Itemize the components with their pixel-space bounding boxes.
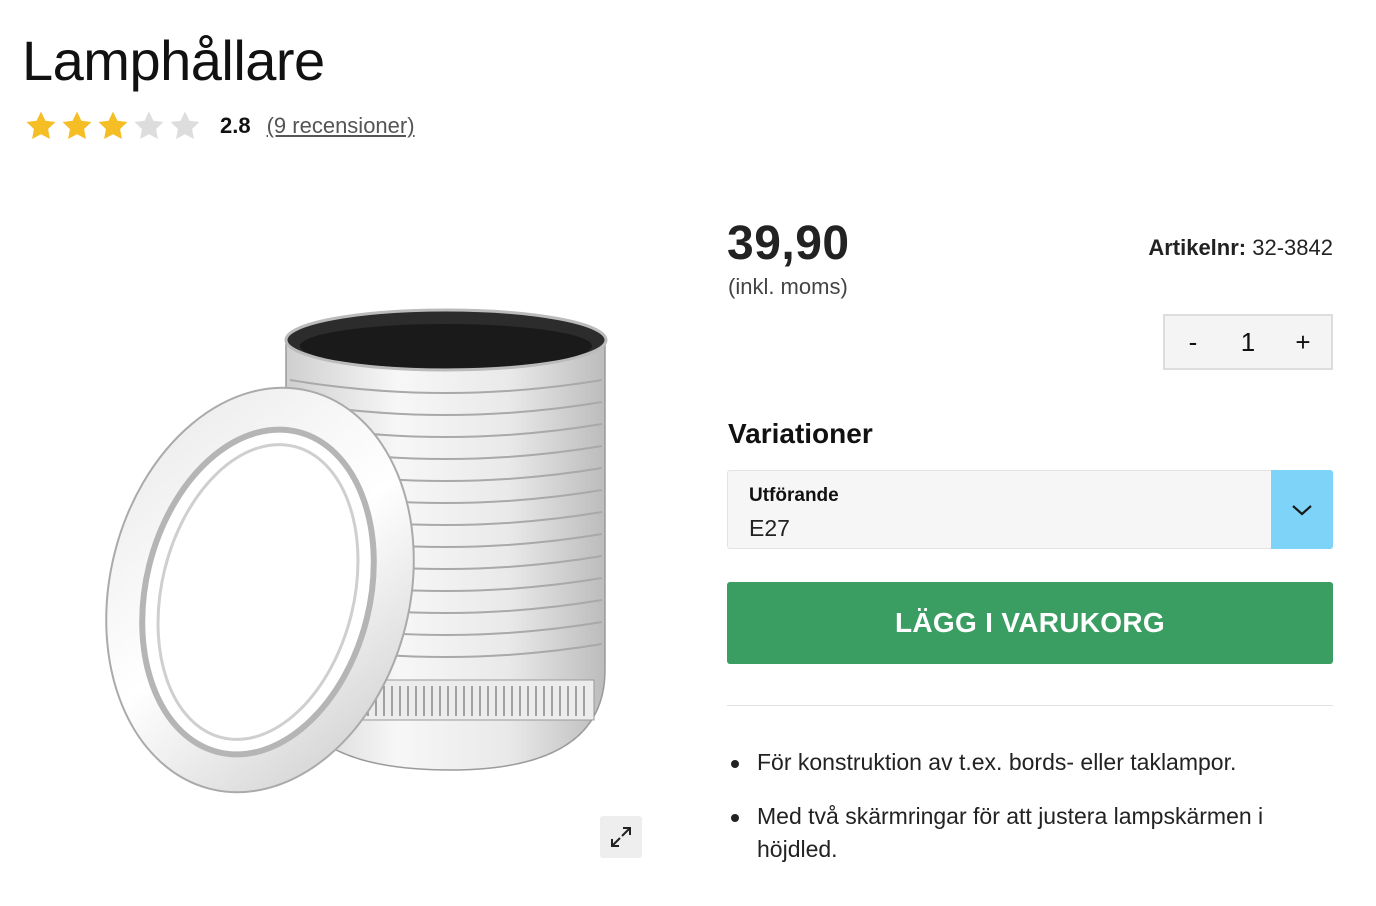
star-empty-icon xyxy=(170,111,200,140)
decrement-button[interactable]: - xyxy=(1181,327,1205,358)
dropdown-toggle[interactable] xyxy=(1271,470,1333,549)
product-image xyxy=(105,308,608,794)
article-number-value: 32-3842 xyxy=(1252,235,1333,260)
feature-list: För konstruktion av t.ex. bords- eller t… xyxy=(727,746,1333,887)
page-title: Lamphållare xyxy=(22,29,325,92)
star-filled-icon xyxy=(62,111,92,140)
article-number: Artikelnr: 32-3842 xyxy=(1148,235,1333,261)
quantity-stepper: - + xyxy=(1163,314,1333,370)
article-number-label: Artikelnr: xyxy=(1148,235,1247,260)
price-vat-note: (inkl. moms) xyxy=(728,274,848,299)
chevron-down-icon xyxy=(1292,504,1312,515)
quantity-input[interactable] xyxy=(1228,326,1268,358)
expand-image-button[interactable] xyxy=(600,816,642,858)
rating-summary: 2.8 (9 recensioner) xyxy=(24,106,415,146)
star-empty-icon xyxy=(134,111,164,140)
divider xyxy=(727,705,1333,706)
variant-select[interactable]: Utförande E27 xyxy=(727,470,1333,549)
rating-value: 2.8 xyxy=(220,113,251,138)
variant-select-value: E27 xyxy=(749,515,790,541)
feature-item: Med två skärmringar för att justera lamp… xyxy=(727,800,1333,866)
product-page: Lamphållare 2.8 (9 recensioner) 39,90 (i… xyxy=(0,0,1376,906)
variant-select-label: Utförande xyxy=(749,485,839,506)
reviews-link[interactable]: (9 recensioner) xyxy=(267,113,415,139)
variations-heading: Variationer xyxy=(728,418,873,449)
star-filled-icon xyxy=(26,111,56,140)
increment-button[interactable]: + xyxy=(1291,327,1315,358)
star-filled-icon xyxy=(98,111,128,140)
add-to-cart-button[interactable]: LÄGG I VARUKORG xyxy=(727,582,1333,664)
star-rating xyxy=(24,109,202,143)
price: 39,90 xyxy=(727,217,850,270)
feature-item: För konstruktion av t.ex. bords- eller t… xyxy=(727,746,1333,779)
expand-icon xyxy=(611,827,631,847)
